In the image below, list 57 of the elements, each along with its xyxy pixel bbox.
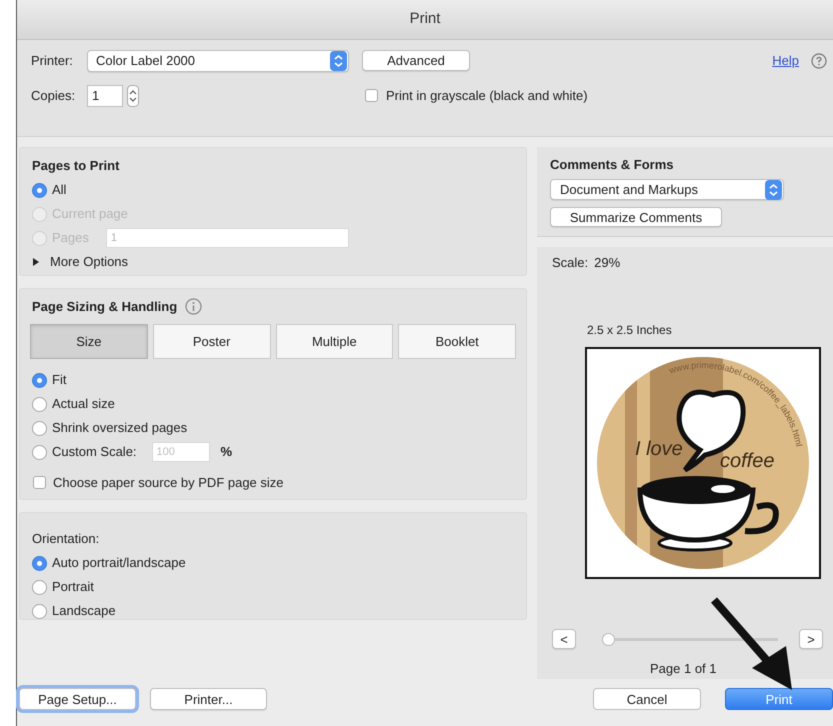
- printer-label: Printer:: [31, 52, 74, 70]
- tab[interactable]: Size: [30, 324, 148, 359]
- footer-button[interactable]: Page Setup...: [19, 688, 136, 710]
- radio-button[interactable]: [32, 396, 47, 412]
- tab[interactable]: Booklet: [398, 324, 516, 359]
- info-icon[interactable]: [185, 298, 202, 315]
- scale-label: Scale:: [552, 254, 588, 272]
- next-page-button[interactable]: >: [799, 629, 823, 649]
- previous-page-button[interactable]: <: [552, 629, 576, 649]
- disclosure-triangle-icon[interactable]: [32, 258, 40, 266]
- copies-label: Copies:: [31, 86, 76, 105]
- grayscale-label: Print in grayscale (black and white): [386, 86, 588, 105]
- dropdown-arrows-icon: [330, 50, 347, 71]
- radio-label: Custom Scale:: [52, 443, 137, 462]
- page-count: Page 1 of 1: [650, 660, 718, 678]
- slider-thumb[interactable]: [602, 632, 615, 646]
- radio-button[interactable]: [32, 372, 47, 388]
- printer-dropdown[interactable]: Color Label 2000: [87, 50, 349, 72]
- section-title: Comments & Forms: [550, 156, 675, 174]
- unit-label: %: [220, 443, 232, 462]
- radio-label: Shrink oversized pages: [52, 419, 188, 438]
- dropdown-arrows-icon: [765, 180, 782, 200]
- radio-button[interactable]: [32, 604, 47, 618]
- comments-dropdown[interactable]: Document and Markups: [550, 179, 784, 200]
- section-title: Pages to Print: [32, 156, 120, 175]
- section-title: Page Sizing & Handling: [32, 298, 178, 316]
- tab[interactable]: Poster: [152, 324, 270, 359]
- advanced-button[interactable]: Advanced: [362, 50, 470, 72]
- summarize-comments-button[interactable]: Summarize Comments: [550, 207, 722, 227]
- radio-button[interactable]: [32, 444, 47, 460]
- checkbox-label: Choose paper source by PDF page size: [53, 474, 284, 492]
- checkbox[interactable]: [365, 89, 378, 102]
- label-text: coffee: [720, 450, 774, 472]
- tab[interactable]: Multiple: [276, 324, 394, 359]
- radio-label: Auto portrait/landscape: [52, 554, 186, 572]
- help-icon[interactable]: [811, 52, 827, 69]
- section-title: Orientation:: [32, 530, 100, 548]
- radio-button[interactable]: [32, 556, 47, 570]
- checkbox[interactable]: [33, 476, 46, 490]
- scale-value: 29%: [594, 254, 620, 272]
- radio-button[interactable]: [32, 580, 47, 594]
- radio-button[interactable]: [32, 420, 47, 436]
- radio-label: All: [52, 181, 66, 200]
- footer-button[interactable]: Printer...: [150, 688, 267, 710]
- stepper-icon[interactable]: [127, 84, 139, 107]
- more-options-label[interactable]: More Options: [50, 252, 128, 272]
- copies-field[interactable]: 1: [87, 84, 123, 107]
- radio-label: Fit: [52, 371, 66, 390]
- custom-scale-field[interactable]: 100: [152, 442, 210, 462]
- radio-label: Portrait: [52, 578, 94, 596]
- help-link[interactable]: Help: [772, 50, 799, 70]
- radio-button[interactable]: [32, 182, 47, 198]
- window-title: Print: [410, 9, 440, 30]
- radio-label: Actual size: [52, 395, 115, 414]
- radio-label: Landscape: [52, 602, 116, 620]
- paper-size-label: 2.5 x 2.5 Inches: [587, 322, 673, 339]
- footer-button[interactable]: Cancel: [593, 688, 701, 710]
